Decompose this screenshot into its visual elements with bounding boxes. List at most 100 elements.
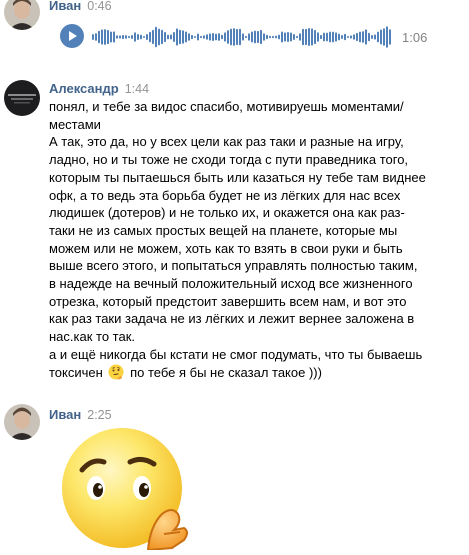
waveform-bar — [245, 35, 247, 39]
waveform-bar — [125, 35, 127, 39]
waveform-bar — [275, 35, 277, 39]
waveform-bar — [386, 26, 388, 48]
text-line: людишек (дотеров) и не только их, и окаж… — [49, 205, 405, 221]
waveform-bar — [167, 34, 169, 40]
waveform-bar — [374, 34, 376, 40]
waveform-bar — [119, 35, 121, 39]
play-button[interactable] — [60, 24, 84, 48]
message-header: Иван 0:46 — [49, 0, 112, 13]
thinking-face-emoji — [108, 364, 124, 380]
waveform-bar — [293, 33, 295, 41]
waveform-bar — [218, 33, 220, 41]
waveform-bar — [209, 33, 211, 41]
waveform-bar — [116, 35, 118, 39]
waveform-bar — [341, 34, 343, 40]
waveform-bar — [335, 32, 337, 42]
waveform-bar — [251, 31, 253, 43]
waveform-bar — [338, 33, 340, 41]
waveform-bar — [191, 34, 193, 40]
waveform-bar — [308, 28, 310, 46]
waveform-bar — [215, 33, 217, 41]
waveform-bar — [182, 30, 184, 44]
waveform-bar — [320, 34, 322, 40]
author-name[interactable]: Иван — [49, 0, 81, 13]
waveform-bar — [203, 35, 205, 39]
waveform-bar — [134, 32, 136, 42]
text-line: ладно, но и ты тоже не сходи тогда с пут… — [49, 152, 409, 168]
waveform-bar — [95, 33, 97, 41]
waveform-bar — [287, 32, 289, 42]
avatar-ivan[interactable] — [4, 404, 40, 440]
waveform-bar — [155, 26, 157, 48]
waveform-bar — [200, 35, 202, 39]
text-line: как раз таки задача не из лёгких и лежит… — [49, 311, 415, 327]
waveform-bar — [362, 31, 364, 43]
waveform-bar — [122, 34, 124, 40]
waveform-bar — [164, 31, 166, 43]
text-line: таки не из самых простых вещей на планет… — [49, 222, 398, 238]
text-fragment: по тебе я бы не сказал такое ))) — [130, 364, 322, 380]
waveform-bar — [212, 33, 214, 41]
waveform-bar — [347, 35, 349, 39]
waveform-bar — [350, 35, 352, 39]
text-line-last: токсичен по тебе я бы не сказал такое ))… — [49, 364, 469, 382]
waveform-bar — [263, 33, 265, 41]
waveform-bar — [260, 29, 262, 45]
voice-duration: 1:06 — [402, 30, 428, 45]
waveform-bar — [254, 30, 256, 44]
waveform-bar — [356, 32, 358, 42]
waveform-bar — [299, 33, 301, 41]
waveform-bar — [305, 28, 307, 46]
waveform-bar — [371, 34, 373, 40]
message-time[interactable]: 2:25 — [87, 408, 111, 422]
waveform-bar — [365, 29, 367, 45]
text-line: а и ещё никогда бы кстати не смог подума… — [49, 346, 423, 362]
waveform-bar — [296, 35, 298, 39]
waveform-bar — [149, 31, 151, 43]
waveform-bar — [278, 34, 280, 40]
waveform-bar — [383, 28, 385, 46]
waveform-bar — [326, 32, 328, 42]
waveform-bar — [140, 34, 142, 40]
waveform-bar — [368, 32, 370, 42]
waveform-bar — [107, 29, 109, 45]
text-line: отрезка, который предстоит завершить все… — [49, 293, 407, 309]
waveform-bar — [284, 32, 286, 42]
voice-waveform[interactable] — [92, 24, 392, 50]
waveform-bar — [143, 35, 145, 39]
waveform-bar — [359, 31, 361, 43]
waveform-bar — [221, 34, 223, 40]
avatar-alexander[interactable] — [4, 80, 40, 116]
waveform-bar — [104, 29, 106, 45]
waveform-bar — [239, 28, 241, 46]
text-line: офк, а то ведь эта борьба будет не из лё… — [49, 187, 401, 203]
waveform-bar — [302, 28, 304, 46]
avatar-ivan[interactable] — [4, 0, 40, 30]
waveform-bar — [269, 35, 271, 39]
waveform-bar — [311, 28, 313, 46]
waveform-bar — [137, 34, 139, 40]
waveform-bar — [152, 29, 154, 45]
message-text: понял, и тебе за видос спасибо, мотивиру… — [49, 98, 469, 381]
waveform-bar — [272, 35, 274, 39]
text-line: в надежде на вечный положительный исход … — [49, 276, 413, 292]
waveform-bar — [317, 32, 319, 42]
text-line: местами — [49, 116, 101, 132]
waveform-bar — [113, 31, 115, 43]
author-name[interactable]: Иван — [49, 407, 81, 422]
text-line: понял, и тебе за видос спасибо, мотивиру… — [49, 99, 404, 114]
waveform-bar — [224, 32, 226, 42]
waveform-bar — [128, 35, 130, 39]
waveform-bar — [236, 28, 238, 46]
waveform-bar — [332, 31, 334, 43]
waveform-bar — [158, 28, 160, 46]
waveform-bar — [290, 32, 292, 42]
thinking-face-sticker[interactable] — [62, 422, 190, 552]
waveform-bar — [98, 30, 100, 44]
author-name[interactable]: Александр — [49, 81, 119, 96]
waveform-bar — [281, 31, 283, 43]
waveform-bar — [161, 29, 163, 45]
message-time[interactable]: 0:46 — [87, 0, 111, 13]
waveform-bar — [353, 34, 355, 40]
message-time[interactable]: 1:44 — [125, 82, 149, 96]
